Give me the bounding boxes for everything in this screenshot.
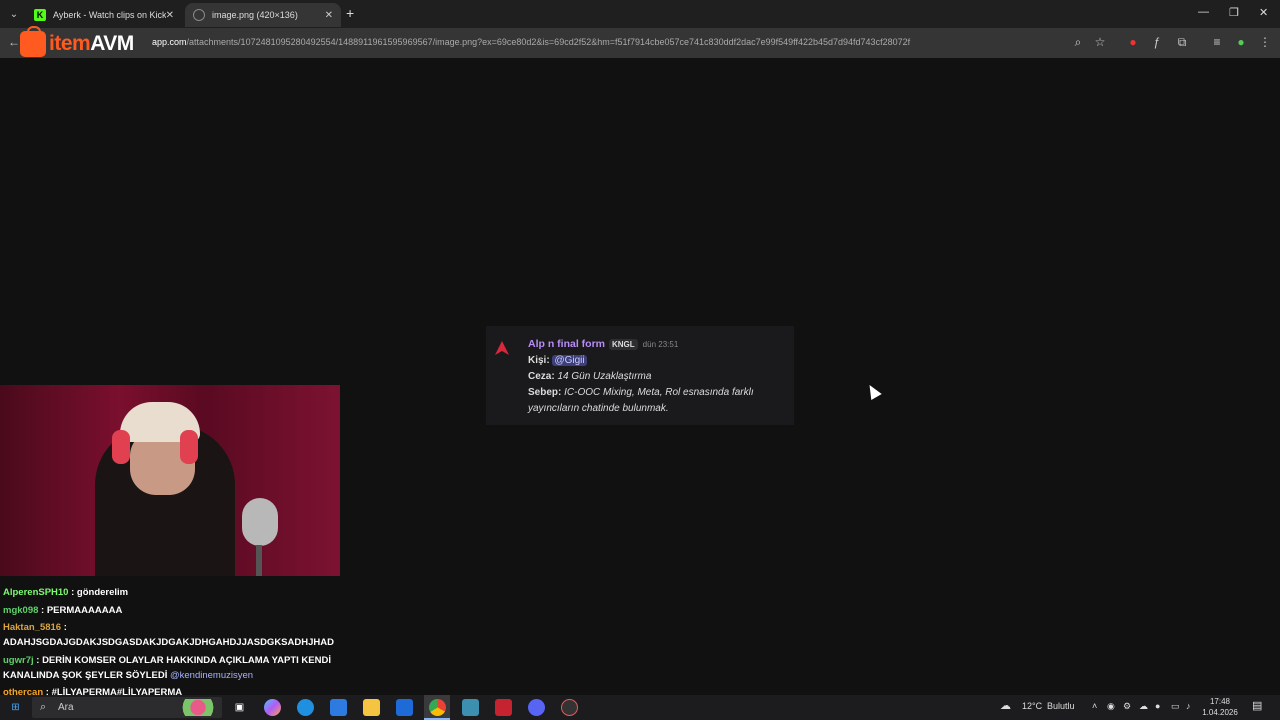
chat-user: mgk098: [3, 605, 39, 616]
penalty-value: 14 Gün Uzaklaştırma: [557, 371, 652, 382]
weather-cloud-icon[interactable]: ☁: [1000, 699, 1011, 712]
tab-title: image.png (420×136): [212, 10, 298, 20]
close-tab-icon[interactable]: ✕: [166, 10, 174, 21]
windows-taskbar: ⊞ ⌕ Ara ▣ ☁ 12°C Bulutlu ˄ ◉ ⚙ ☁ ● ▭ ♪ 1…: [0, 695, 1280, 720]
notifications-icon[interactable]: ▤: [1252, 699, 1262, 712]
chat-text: ADAHJSGDAJGDAKJSDGASDAKJDGAKJDHGAHDJJASD…: [3, 637, 334, 648]
reason-value-2: yayıncıların chatinde bulunmak.: [528, 403, 669, 414]
tray-app-icon[interactable]: ⚙: [1123, 701, 1131, 712]
search-placeholder: Ara: [58, 702, 74, 713]
chat-line: KANALINDA ŞOK ŞEYLER SÖYLEDİ @kendinemuz…: [3, 670, 253, 681]
extension-record-icon[interactable]: ●: [1125, 35, 1141, 51]
microphone-icon: [242, 498, 278, 546]
person-mention: @Gigii: [552, 355, 587, 366]
search-highlight-icon: [178, 699, 218, 716]
profile-avatar-icon[interactable]: ●: [1233, 35, 1249, 51]
weather-temp[interactable]: 12°C: [1022, 701, 1042, 711]
url-domain: app.com: [152, 37, 187, 47]
store-icon[interactable]: [330, 699, 347, 716]
kick-favicon-icon: K: [34, 9, 46, 21]
webcam-overlay: [0, 385, 340, 576]
notes-icon[interactable]: [462, 699, 479, 716]
clock-date: 1.04.2026: [1202, 708, 1238, 717]
clock-time: 17:48: [1209, 697, 1231, 706]
globe-favicon-icon: [193, 9, 205, 21]
tray-chevron-icon[interactable]: ˄: [1092, 701, 1097, 711]
chat-user: Haktan_5816: [3, 622, 62, 633]
chat-text: : gönderelim: [68, 587, 129, 598]
chat-user: ugwr7j: [3, 655, 34, 666]
role-tag: KNGL: [609, 339, 638, 350]
microphone-tray-icon[interactable]: ●: [1155, 701, 1160, 711]
obs-icon[interactable]: [561, 699, 578, 716]
maximize-button[interactable]: ❐: [1229, 6, 1239, 19]
penalty-label: Ceza:: [528, 371, 555, 382]
close-tab-icon[interactable]: ✕: [325, 10, 333, 21]
logo-part2: AVM: [90, 32, 134, 55]
chat-line: Haktan_5816 :: [3, 622, 67, 633]
steam-icon[interactable]: ◉: [1107, 701, 1115, 712]
chrome-icon[interactable]: [429, 699, 446, 716]
volume-icon[interactable]: ♪: [1186, 701, 1191, 711]
message-time: dün 23:51: [642, 340, 679, 349]
video-editor-icon[interactable]: [495, 699, 512, 716]
address-bar[interactable]: app.com/attachments/1072481095280492554/…: [152, 37, 910, 47]
chat-text: : PERMAAAAAAA: [38, 605, 123, 616]
windows-start-icon[interactable]: ⊞: [7, 699, 24, 716]
close-window-button[interactable]: ✕: [1259, 6, 1268, 19]
extension-script-icon[interactable]: ƒ: [1149, 35, 1165, 51]
taskbar-search[interactable]: ⌕ Ara: [32, 697, 222, 718]
menu-kebab-icon[interactable]: ⋮: [1257, 35, 1273, 51]
reason-label: Sebep:: [528, 387, 562, 398]
logo-part1: item: [49, 32, 91, 55]
new-tab-button[interactable]: +: [346, 5, 354, 21]
headphone-left: [112, 430, 130, 464]
taskbar-clock[interactable]: 17:48 1.04.2026: [1200, 696, 1240, 718]
task-view-icon[interactable]: ▣: [231, 699, 248, 716]
chat-line: ADAHJSGDAJGDAKJSDGASDAKJDGAKJDHGAHDJJASD…: [3, 637, 334, 648]
copilot-icon[interactable]: [264, 699, 281, 716]
chat-text: : DERİN KOMSER OLAYLAR HAKKINDA AÇIKLAMA…: [33, 655, 331, 666]
chat-line: mgk098 : PERMAAAAAAA: [3, 605, 122, 616]
discord-message-image: Alp n final form KNGL dün 23:51 Kişi: @Gig…: [486, 326, 794, 425]
tab-title: Ayberk - Watch clips on Kick: [53, 10, 166, 20]
mail-icon[interactable]: [396, 699, 413, 716]
discord-icon[interactable]: [528, 699, 545, 716]
zoom-icon[interactable]: ⌕: [1070, 35, 1086, 51]
chat-text: :: [61, 622, 67, 633]
tab-search-chevron-icon[interactable]: ⌄: [6, 6, 22, 22]
media-control-icon[interactable]: ≡: [1209, 35, 1225, 51]
chat-line: AlperenSPH10 : gönderelim: [3, 587, 128, 598]
edge-icon[interactable]: [297, 699, 314, 716]
stream-chat: AlperenSPH10 : gönderelim mgk098 : PERMA…: [0, 570, 340, 698]
itemavm-logo: itemAVM: [20, 26, 134, 58]
extensions-puzzle-icon[interactable]: ⧉: [1174, 35, 1190, 51]
search-icon: ⌕: [40, 701, 47, 713]
tray-cloud-icon[interactable]: ☁: [1139, 701, 1148, 712]
tab-kick[interactable]: K Ayberk - Watch clips on Kick ✕: [26, 3, 182, 27]
avatar-icon: [495, 341, 509, 355]
person-label: Kişi:: [528, 355, 550, 366]
tab-strip: ⌄ K Ayberk - Watch clips on Kick ✕ image…: [0, 0, 1280, 28]
reason-value-1: IC-OOC Mixing, Meta, Rol esnasında farkl…: [564, 387, 754, 398]
chat-user: AlperenSPH10: [3, 587, 69, 598]
chat-line: ugwr7j : DERİN KOMSER OLAYLAR HAKKINDA A…: [3, 655, 331, 666]
file-explorer-icon[interactable]: [363, 699, 380, 716]
network-icon[interactable]: ▭: [1171, 701, 1180, 712]
chat-mention: @kendinemuzisyen: [169, 670, 254, 681]
weather-text[interactable]: Bulutlu: [1047, 701, 1075, 711]
message-author: Alp n final form: [528, 338, 605, 350]
chat-text: KANALINDA ŞOK ŞEYLER SÖYLEDİ: [3, 670, 168, 681]
bookmark-star-icon[interactable]: ☆: [1092, 35, 1108, 51]
url-path: /attachments/1072481095280492554/1488911…: [186, 37, 911, 47]
headphone-right: [180, 430, 198, 464]
shopping-bag-icon: [20, 26, 46, 57]
minimize-button[interactable]: —: [1198, 6, 1209, 18]
tab-image[interactable]: image.png (420×136) ✕: [185, 3, 341, 27]
